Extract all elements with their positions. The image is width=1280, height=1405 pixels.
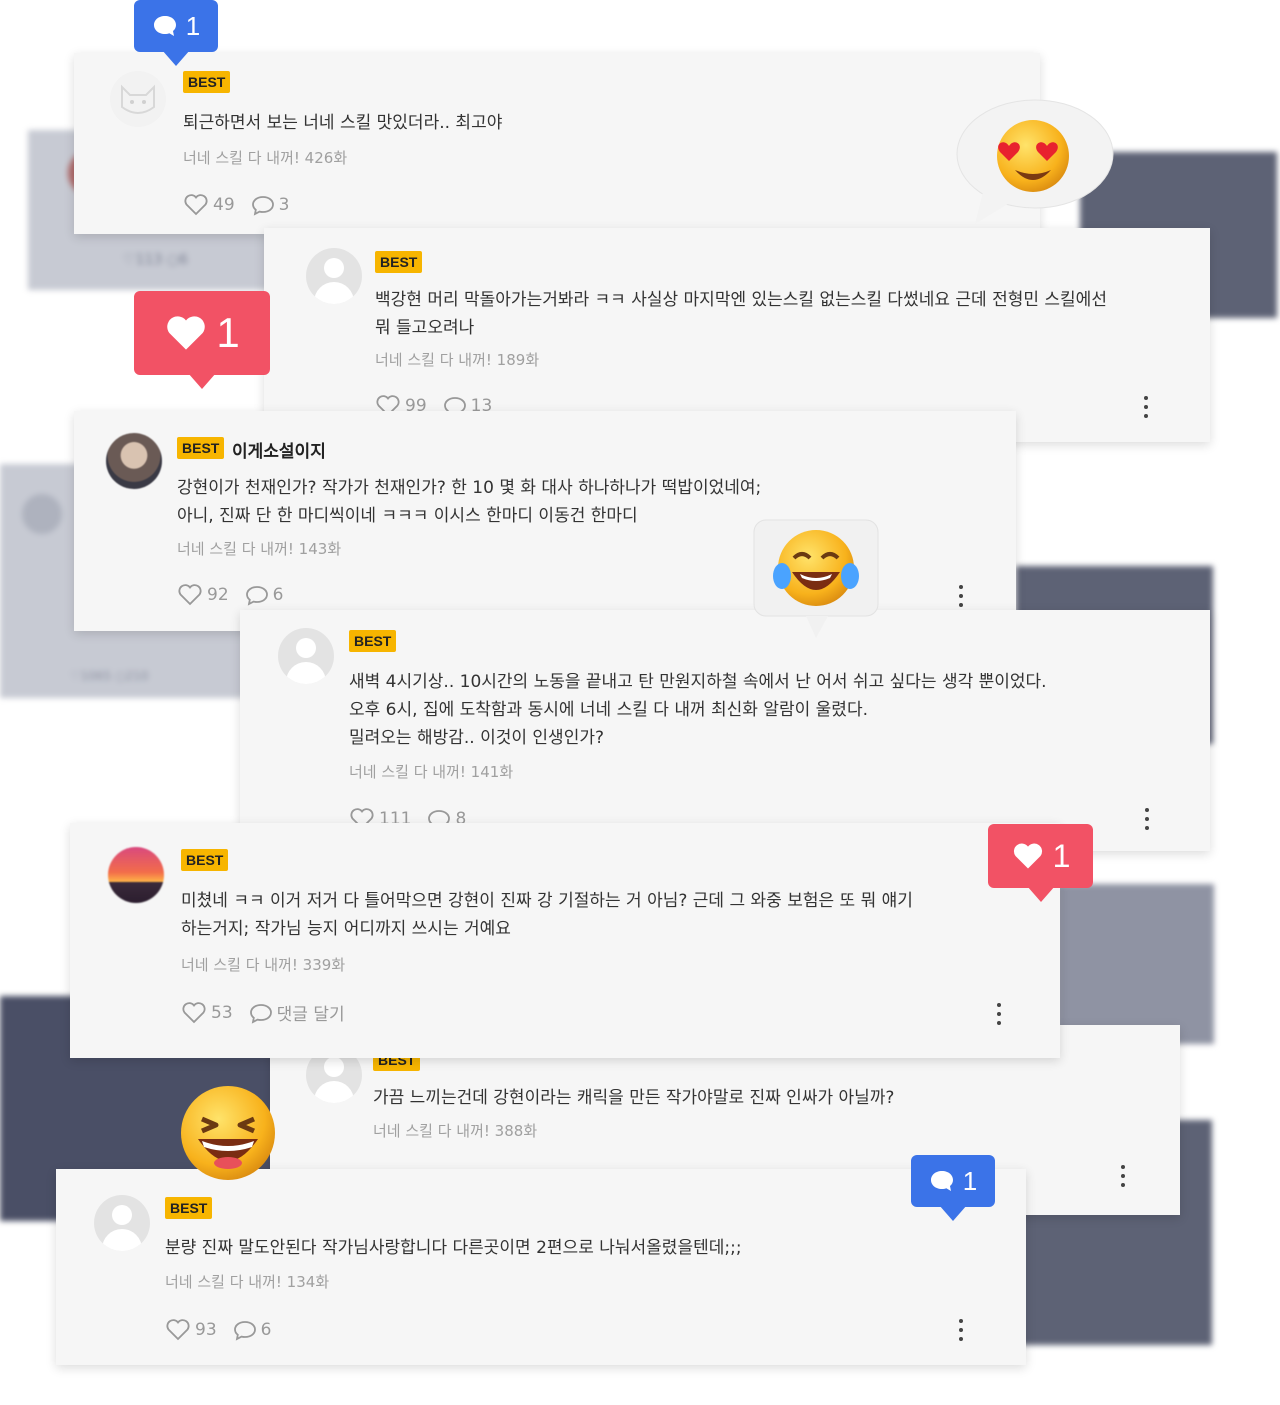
heart-icon [167,316,206,350]
avatar [306,248,362,304]
like-count: 92 [207,585,229,605]
best-badge: BEST [183,71,231,93]
background-meta: ♡1065 ○210 [70,669,149,683]
badge-count: 1 [962,1165,978,1196]
episode-label[interactable]: 너네 스킬 다 내꺼! 134화 [165,1271,329,1292]
cat-icon [121,84,155,114]
more-options-icon[interactable] [958,585,964,611]
comment-text: 새벽 4시기상.. 10시간의 노동을 끝내고 탄 만원지하철 속에서 난 어서… [349,672,1047,748]
comment-text: 강현이가 천재인가? 작가가 천재인가? 한 10 몇 화 대사 하나하나가 떡… [177,478,762,526]
comment-notification-badge: 1 [911,1155,995,1221]
best-badge: BEST [375,251,423,273]
avatar [278,628,334,684]
avatar [94,1195,150,1251]
comment-card: BEST 새벽 4시기상.. 10시간의 노동을 끝내고 탄 만원지하철 속에서… [240,610,1210,851]
more-options-icon[interactable] [1120,1165,1126,1191]
badge-count: 1 [185,10,201,41]
heart-icon [184,194,208,216]
best-badge: BEST [177,437,225,459]
heart-icon [182,1001,206,1023]
reply-button[interactable]: 댓글 달기 [249,1000,345,1025]
reply-count: 6 [272,585,284,605]
best-badge: BEST [181,849,229,871]
speech-bubble-icon [251,196,274,216]
comment-text: 백강현 머리 막돌아가는거봐라 ㅋㅋ 사실상 마지막엔 있는스킬 없는스킬 다썼… [375,290,1107,338]
tears-of-joy-icon [778,530,854,606]
comment-text: 분량 진짜 말도안된다 작가님사랑합니다 다른곳이면 2편으로 나눠서올렸을텐데… [165,1238,742,1258]
heart-icon [1013,843,1042,869]
comment-card: BEST 백강현 머리 막돌아가는거봐라 ㅋㅋ 사실상 마지막엔 있는스킬 없는… [264,228,1210,442]
comment-icon [930,1171,953,1191]
badge-count: 1 [216,309,240,356]
more-options-icon[interactable] [958,1319,964,1345]
reply-count: 댓글 달기 [276,1005,345,1025]
avatar [108,847,164,903]
comment-card: BEST 분량 진짜 말도안된다 작가님사랑합니다 다른곳이면 2편으로 나눠서… [56,1169,1026,1365]
background-meta: ♡113 ○6 [123,252,188,268]
reply-count: 6 [260,1320,272,1340]
avatar [110,71,166,127]
more-options-icon[interactable] [1144,808,1150,834]
avatar [106,433,162,489]
episode-label[interactable]: 너네 스킬 다 내꺼! 141화 [349,761,513,782]
comment-text: 퇴근하면서 보는 너네 스킬 맛있더라.. 최고야 [183,113,503,133]
reply-count: 3 [278,195,290,215]
tears-of-joy-emoji-bubble [753,519,879,638]
more-options-icon[interactable] [996,1003,1002,1029]
comment-text: 가끔 느끼는건데 강현이라는 캐릭을 만든 작가야말로 진짜 인싸가 아닐까? [373,1088,895,1108]
episode-label[interactable]: 너네 스킬 다 내꺼! 426화 [183,147,347,168]
like-count: 93 [195,1320,217,1340]
comment-text: 미쳤네 ㅋㅋ 이거 저거 다 틀어막으면 강현이 진짜 강 기절하는 거 아님?… [181,891,913,939]
like-notification-badge: 1 [988,824,1093,902]
nickname[interactable]: 이게소설이지 [232,437,326,462]
like-button[interactable]: 92 [177,583,229,607]
episode-label[interactable]: 너네 스킬 다 내꺼! 388화 [373,1120,537,1141]
comment-notification-badge: 1 [134,0,218,66]
comment-card: BEST 퇴근하면서 보는 너네 스킬 맛있더라.. 최고야 너네 스킬 다 내… [74,53,1040,234]
episode-label[interactable]: 너네 스킬 다 내꺼! 189화 [375,349,539,370]
speech-bubble-icon [233,1321,256,1341]
badge-count: 1 [1052,837,1071,874]
heart-icon [178,584,202,606]
speech-bubble-icon [245,586,268,606]
like-notification-badge: 1 [134,291,270,389]
comment-actions: 49 3 [183,193,289,217]
comment-icon [153,16,176,36]
comment-card: BEST 미쳤네 ㅋㅋ 이거 저거 다 틀어막으면 강현이 진짜 강 기절하는 … [70,823,1060,1058]
reply-button[interactable]: 6 [233,1319,272,1341]
best-badge: BEST [349,630,397,652]
episode-label[interactable]: 너네 스킬 다 내꺼! 339화 [181,954,345,975]
grinning-squint-emoji [181,1086,275,1180]
heart-icon [166,1319,190,1341]
episode-label[interactable]: 너네 스킬 다 내꺼! 143화 [177,538,341,559]
comment-actions: 53 댓글 달기 [181,1000,345,1025]
reply-button[interactable]: 6 [245,584,284,606]
heart-eyes-emoji-bubble [956,99,1114,224]
best-badge: BEST [165,1197,213,1219]
more-options-icon[interactable] [1143,396,1149,422]
like-button[interactable]: 49 [183,193,235,217]
reply-button[interactable]: 3 [251,194,290,216]
speech-bubble-icon [249,1003,272,1024]
comment-actions: 93 6 [165,1318,271,1342]
background-card [1056,884,1214,1044]
like-button[interactable]: 53 [181,1001,233,1025]
like-count: 53 [211,1002,233,1023]
comment-actions: 92 6 [177,583,283,607]
like-button[interactable]: 93 [165,1318,217,1342]
like-count: 49 [213,195,235,215]
